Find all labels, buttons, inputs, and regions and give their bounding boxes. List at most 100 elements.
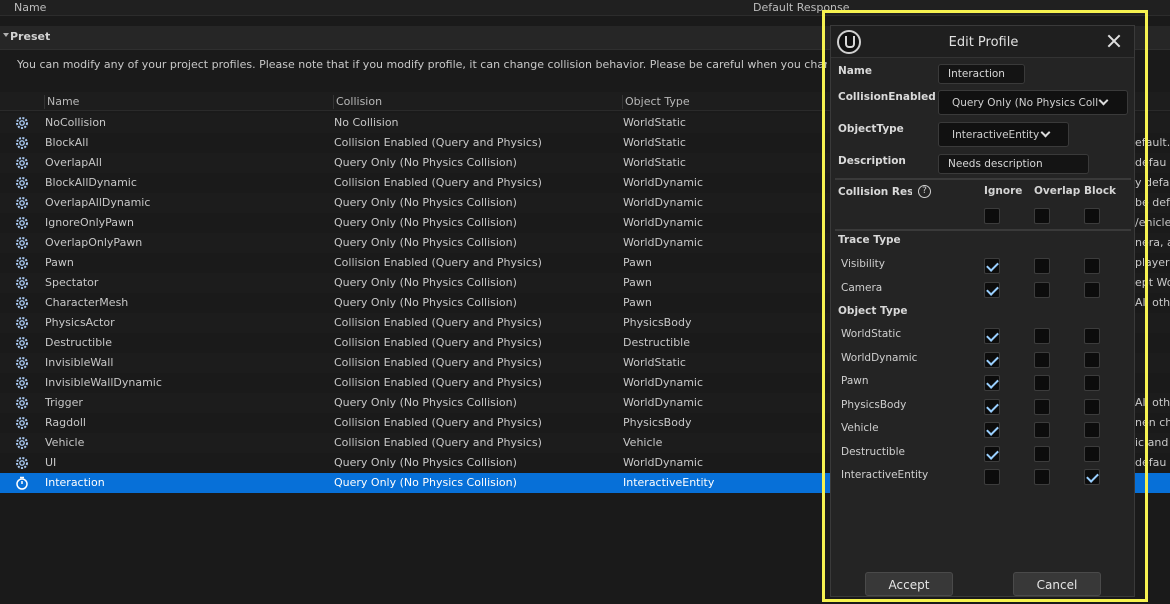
block-checkbox[interactable] (1084, 422, 1100, 438)
overlap-checkbox[interactable] (1034, 399, 1050, 415)
response-row-label: PhysicsBody (841, 399, 907, 411)
profile-object-type: PhysicsBody (623, 416, 692, 429)
gear-icon (15, 236, 29, 250)
block-checkbox[interactable] (1084, 352, 1100, 368)
overlap-checkbox[interactable] (1034, 352, 1050, 368)
divider (835, 178, 1131, 180)
object-type-label: ObjectType (838, 123, 904, 135)
profile-object-type: WorldDynamic (623, 396, 704, 409)
profile-name: InvisibleWallDynamic (45, 376, 162, 389)
profile-name: PhysicsActor (45, 316, 115, 329)
ignore-checkbox[interactable] (984, 422, 1000, 438)
profile-object-type: WorldDynamic (623, 236, 704, 249)
collapse-arrow-icon[interactable] (3, 33, 9, 37)
profile-name: OverlapOnlyPawn (45, 236, 143, 249)
block-checkbox[interactable] (1084, 375, 1100, 391)
block-checkbox[interactable] (1084, 446, 1100, 462)
description-field[interactable]: Needs description (938, 154, 1089, 174)
profile-collision: Query Only (No Physics Collision) (334, 196, 517, 209)
overlap-checkbox[interactable] (1034, 328, 1050, 344)
all-ignore-checkbox[interactable] (984, 208, 1000, 224)
header-name: Name (14, 1, 47, 14)
profile-object-type: WorldStatic (623, 356, 686, 369)
close-icon[interactable] (1107, 34, 1121, 48)
response-row-label: Destructible (841, 446, 905, 458)
profile-collision: Query Only (No Physics Collision) (334, 276, 517, 289)
gear-icon (15, 116, 29, 130)
profile-name: OverlapAll (45, 156, 102, 169)
profile-collision: No Collision (334, 116, 399, 129)
name-label: Name (838, 65, 872, 77)
profile-name: Interaction (45, 476, 105, 489)
profile-object-type: InteractiveEntity (623, 476, 715, 489)
profile-collision: Collision Enabled (Query and Physics) (334, 336, 542, 349)
response-row-label: WorldStatic (841, 328, 902, 340)
collision-enabled-dropdown[interactable]: Query Only (No Physics Coll (938, 90, 1128, 115)
profile-name: Ragdoll (45, 416, 86, 429)
profile-name: InvisibleWall (45, 356, 114, 369)
ignore-checkbox[interactable] (984, 399, 1000, 415)
block-checkbox[interactable] (1084, 258, 1100, 274)
overlap-checkbox[interactable] (1034, 446, 1050, 462)
gear-icon (15, 376, 29, 390)
cancel-button[interactable]: Cancel (1013, 572, 1101, 596)
block-checkbox[interactable] (1084, 399, 1100, 415)
profile-collision: Collision Enabled (Query and Physics) (334, 316, 542, 329)
profile-name: CharacterMesh (45, 296, 129, 309)
overlap-checkbox[interactable] (1034, 282, 1050, 298)
profile-collision: Query Only (No Physics Collision) (334, 476, 517, 489)
dialog-title: Edit Profile (948, 35, 1019, 50)
profile-name: IgnoreOnlyPawn (45, 216, 135, 229)
name-field[interactable]: Interaction (938, 64, 1025, 84)
ignore-checkbox[interactable] (984, 446, 1000, 462)
column-header-object-type[interactable]: Object Type (622, 95, 690, 109)
gear-icon (15, 436, 29, 450)
ignore-checkbox[interactable] (984, 375, 1000, 391)
ignore-checkbox[interactable] (984, 258, 1000, 274)
ignore-checkbox[interactable] (984, 282, 1000, 298)
block-checkbox[interactable] (1084, 282, 1100, 298)
response-row-label: Visibility (841, 258, 886, 270)
profile-name: Trigger (45, 396, 83, 409)
ignore-checkbox[interactable] (984, 352, 1000, 368)
gear-icon (15, 216, 29, 230)
ignore-checkbox[interactable] (984, 328, 1000, 344)
block-checkbox[interactable] (1084, 328, 1100, 344)
profile-object-type: Pawn (623, 296, 652, 309)
object-type-dropdown[interactable]: InteractiveEntity (938, 122, 1069, 147)
profile-collision: Collision Enabled (Query and Physics) (334, 176, 542, 189)
overlap-checkbox[interactable] (1034, 422, 1050, 438)
profile-name: Pawn (45, 256, 74, 269)
gear-icon (15, 396, 29, 410)
gear-icon (15, 416, 29, 430)
profile-notice: You can modify any of your project profi… (17, 58, 827, 71)
profile-name: BlockAll (45, 136, 89, 149)
all-block-checkbox[interactable] (1084, 208, 1100, 224)
profile-object-type: WorldDynamic (623, 216, 704, 229)
collision-enabled-value: Query Only (No Physics Coll (952, 97, 1099, 109)
profile-collision: Collision Enabled (Query and Physics) (334, 436, 542, 449)
help-icon[interactable]: ? (918, 185, 931, 198)
collision-enabled-label: CollisionEnabled (838, 91, 936, 103)
profile-name: BlockAllDynamic (45, 176, 137, 189)
profile-collision: Collision Enabled (Query and Physics) (334, 376, 542, 389)
overlap-checkbox[interactable] (1034, 375, 1050, 391)
profile-object-type: WorldDynamic (623, 176, 704, 189)
block-checkbox[interactable] (1084, 469, 1100, 485)
profile-collision: Collision Enabled (Query and Physics) (334, 256, 542, 269)
overlap-checkbox[interactable] (1034, 258, 1050, 274)
profile-object-type: Pawn (623, 256, 652, 269)
column-header-name[interactable]: Name (44, 95, 79, 109)
ignore-checkbox[interactable] (984, 469, 1000, 485)
preset-label: Preset (10, 30, 51, 43)
gear-icon (15, 296, 29, 310)
overlap-checkbox[interactable] (1034, 469, 1050, 485)
profile-object-type: WorldStatic (623, 116, 686, 129)
accept-button[interactable]: Accept (865, 572, 953, 596)
profile-object-type: WorldStatic (623, 156, 686, 169)
profile-object-type: Pawn (623, 276, 652, 289)
column-header-collision[interactable]: Collision (333, 95, 382, 109)
collision-response-label: Collision Respo (838, 186, 912, 198)
object-type-section-label: Object Type (838, 305, 908, 317)
all-overlap-checkbox[interactable] (1034, 208, 1050, 224)
